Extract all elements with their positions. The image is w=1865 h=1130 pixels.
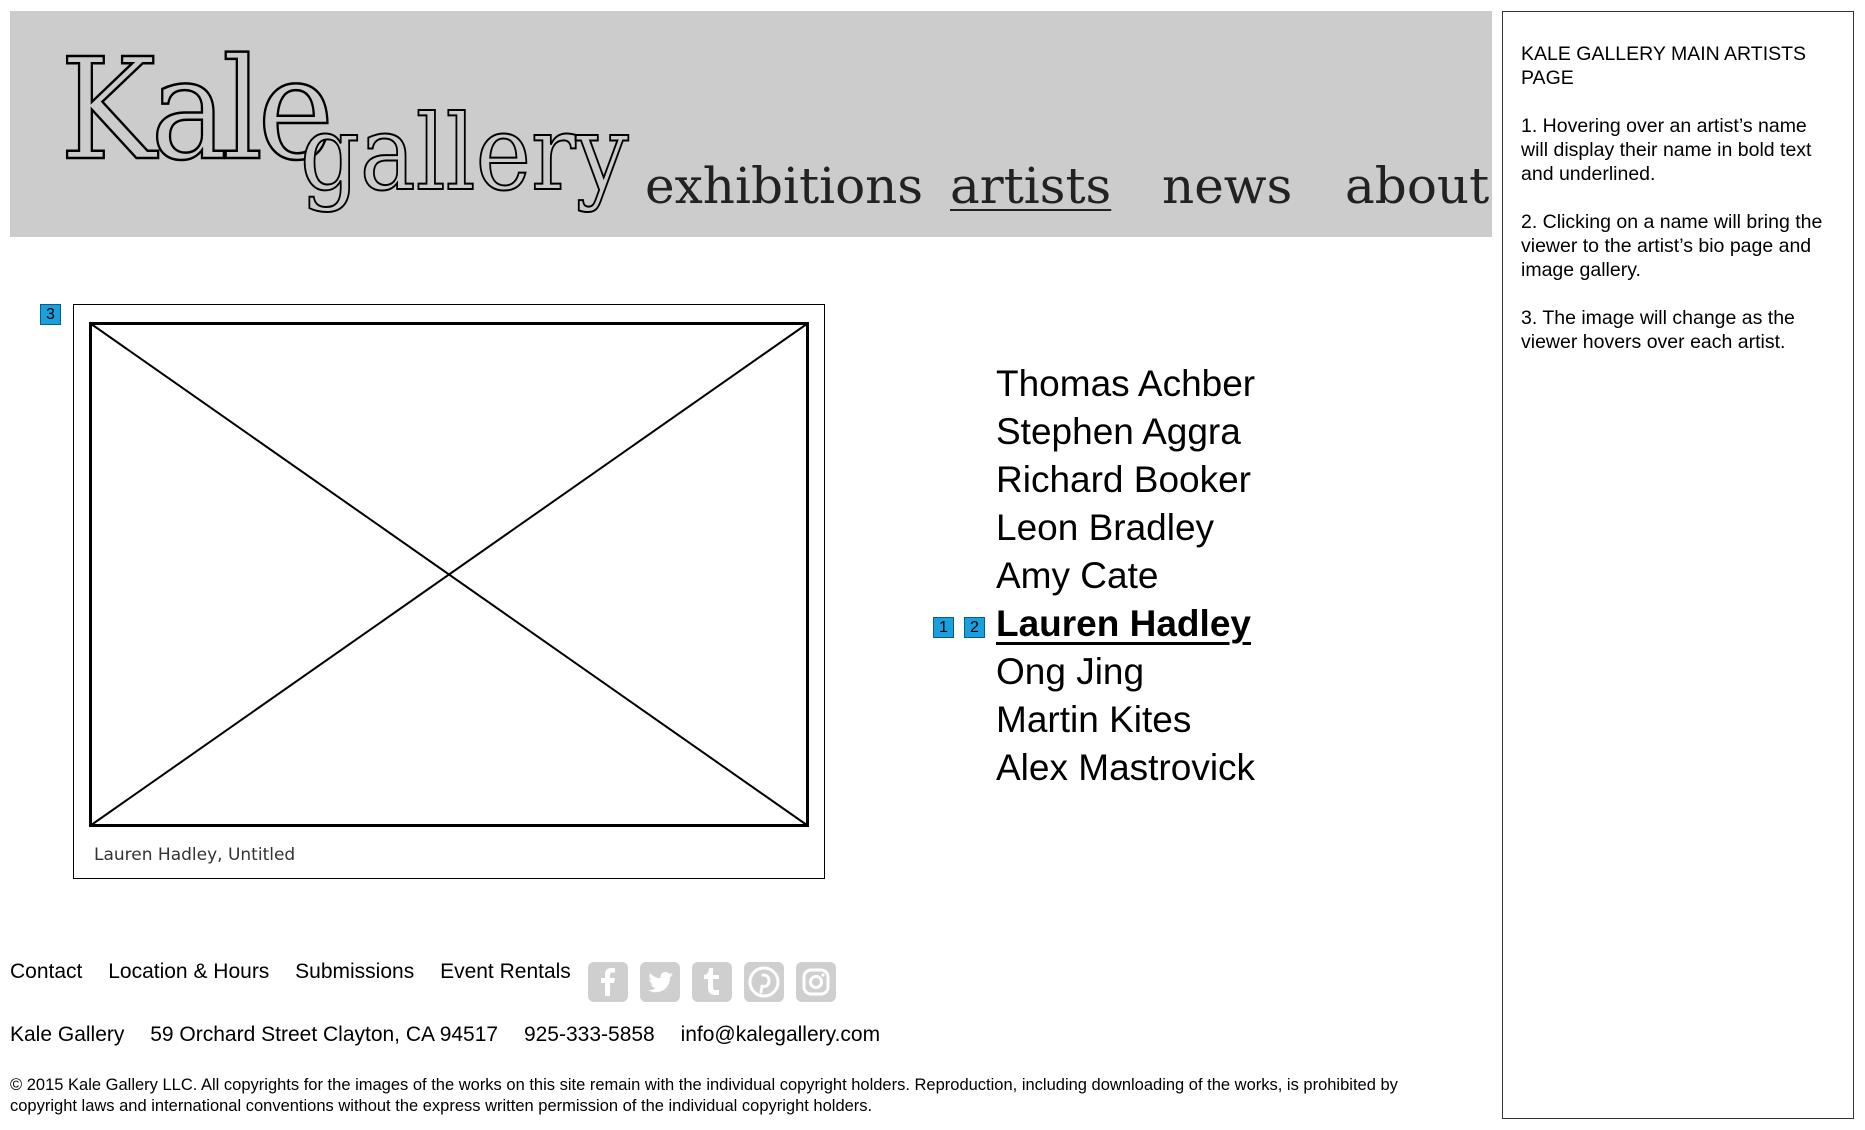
annotation-note-2: 2. Clicking on a name will bring the vie…	[1521, 211, 1823, 281]
footer-link-location-hours[interactable]: Location & Hours	[108, 960, 269, 983]
artist-link[interactable]: Ong Jing	[996, 648, 1255, 696]
footer-links: Contact Location & Hours Submissions Eve…	[10, 960, 591, 984]
twitter-icon[interactable]	[640, 962, 680, 1002]
annotation-note-1: 1. Hovering over an artist’s name will d…	[1521, 115, 1812, 185]
artist-link[interactable]: Leon Bradley	[996, 504, 1255, 552]
image-caption: Lauren Hadley, Untitled	[94, 845, 296, 865]
contact-name: Kale Gallery	[10, 1023, 125, 1046]
marker-3: 3	[40, 304, 61, 325]
tumblr-icon[interactable]	[692, 962, 732, 1002]
artist-link-hovered[interactable]: Lauren Hadley	[996, 600, 1255, 648]
instagram-icon[interactable]	[796, 962, 836, 1002]
artist-link[interactable]: Richard Booker	[996, 456, 1255, 504]
marker-2: 2	[964, 617, 985, 638]
nav-exhibitions[interactable]: exhibitions	[645, 161, 923, 211]
copyright-notice: © 2015 Kale Gallery LLC. All copyrights …	[10, 1076, 1398, 1115]
annotation-title: KALE GALLERY MAIN ARTISTS PAGE	[1521, 43, 1807, 89]
nav-artists[interactable]: artists	[950, 161, 1111, 211]
pinterest-icon[interactable]	[744, 962, 784, 1002]
annotation-note-3: 3. The image will change as the viewer h…	[1521, 307, 1795, 353]
nav-news[interactable]: news	[1162, 161, 1292, 211]
image-placeholder[interactable]	[89, 322, 809, 827]
footer-link-contact[interactable]: Contact	[10, 960, 82, 983]
featured-image-frame: Lauren Hadley, Untitled	[73, 304, 825, 879]
site-header: Kale gallery exhibitions artists news ab…	[10, 11, 1492, 237]
artist-link[interactable]: Alex Mastrovick	[996, 744, 1255, 792]
artist-link[interactable]: Amy Cate	[996, 552, 1255, 600]
logo-kale[interactable]: Kale	[59, 39, 335, 182]
footer-link-event-rentals[interactable]: Event Rentals	[440, 960, 571, 983]
contact-phone[interactable]: 925-333-5858	[524, 1023, 655, 1046]
annotation-panel: KALE GALLERY MAIN ARTISTS PAGE 1. Hoveri…	[1502, 11, 1854, 1119]
nav-about[interactable]: about	[1345, 161, 1489, 211]
contact-email[interactable]: info@kalegallery.com	[681, 1023, 881, 1046]
artist-link[interactable]: Thomas Achber	[996, 360, 1255, 408]
artist-list: Thomas Achber Stephen Aggra Richard Book…	[996, 360, 1255, 792]
artist-link[interactable]: Martin Kites	[996, 696, 1255, 744]
marker-1: 1	[933, 617, 954, 638]
artist-link[interactable]: Stephen Aggra	[996, 408, 1255, 456]
contact-line: Kale Gallery 59 Orchard Street Clayton, …	[10, 1023, 900, 1047]
footer-link-submissions[interactable]: Submissions	[295, 960, 414, 983]
facebook-icon[interactable]	[588, 962, 628, 1002]
contact-address: 59 Orchard Street Clayton, CA 94517	[150, 1023, 499, 1046]
logo-gallery[interactable]: gallery	[299, 100, 629, 206]
